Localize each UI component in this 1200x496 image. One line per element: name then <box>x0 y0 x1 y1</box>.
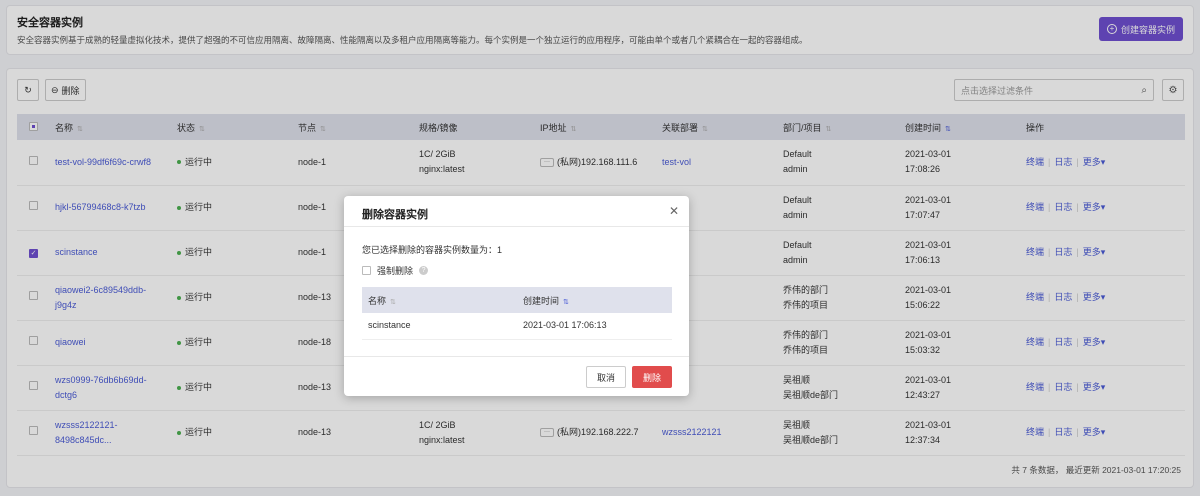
dialog-row-name: scinstance <box>362 313 517 340</box>
force-delete-option[interactable]: 强制删除 ? <box>362 264 429 277</box>
dialog-table-header: 名称 ⇅ 创建时间 ⇅ <box>362 287 672 313</box>
force-delete-label: 强制删除 <box>377 266 414 276</box>
dialog-col-created[interactable]: 创建时间 ⇅ <box>517 287 672 313</box>
force-delete-checkbox[interactable] <box>362 266 371 275</box>
delete-instance-dialog: 删除容器实例 ✕ 您已选择删除的容器实例数量为：1 强制删除 ? 名称 ⇅ 创建时… <box>344 196 689 396</box>
dialog-title: 删除容器实例 <box>362 209 428 221</box>
divider <box>344 356 689 357</box>
table-row: scinstance 2021-03-01 17:06:13 <box>362 313 672 340</box>
dialog-col-name[interactable]: 名称 ⇅ <box>362 287 517 313</box>
close-icon[interactable]: ✕ <box>669 204 679 218</box>
sort-desc-icon[interactable]: ⇅ <box>563 299 569 306</box>
help-icon[interactable]: ? <box>419 266 429 275</box>
confirm-delete-button[interactable]: 删除 <box>632 366 672 388</box>
selected-count-text: 您已选择删除的容器实例数量为：1 <box>362 245 503 255</box>
sort-icon[interactable]: ⇅ <box>390 299 396 306</box>
dialog-row-time: 2021-03-01 17:06:13 <box>517 313 672 340</box>
dialog-table: 名称 ⇅ 创建时间 ⇅ scinstance 2021-03-01 17:06:13 <box>362 287 672 340</box>
divider <box>344 226 689 227</box>
cancel-button[interactable]: 取消 <box>586 366 626 388</box>
